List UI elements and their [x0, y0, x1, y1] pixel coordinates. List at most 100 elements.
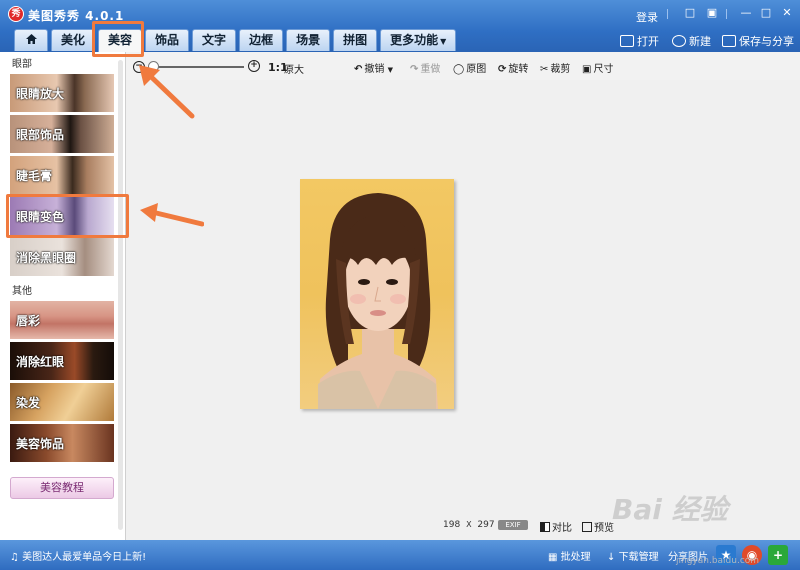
crop-label: 裁剪 — [550, 64, 571, 75]
feature-eye-accessory[interactable]: 眼部饰品 — [10, 115, 114, 153]
original-button[interactable]: ◯ 原图 — [453, 60, 486, 75]
redo-icon: ↷ — [410, 64, 419, 75]
feature-label: 眼睛放大 — [16, 87, 65, 101]
open-label: 打开 — [637, 35, 659, 48]
image-height: 297 — [477, 520, 495, 530]
tab-more-label: 更多功能 — [390, 33, 439, 47]
feature-label: 消除黑眼圈 — [16, 251, 77, 265]
exif-button[interactable]: EXIF — [498, 520, 528, 530]
rotate-button[interactable]: ⟳ 旋转 — [498, 60, 528, 75]
batch-icon: ▦ — [548, 552, 558, 563]
undo-label: 撤销 — [364, 64, 385, 75]
save-icon — [722, 35, 736, 47]
beauty-tutorial-button[interactable]: 美容教程 — [10, 477, 114, 499]
download-manager-button[interactable]: ↓ 下载管理 — [607, 548, 659, 563]
feature-remove-dark-circles[interactable]: 消除黑眼圈 — [10, 238, 114, 276]
crop-button[interactable]: ✂ 裁剪 — [540, 60, 570, 75]
circle-icon: ◯ — [453, 64, 465, 75]
new-label: 新建 — [689, 35, 711, 48]
exif-label: EXIF — [505, 521, 521, 529]
redo-button[interactable]: ↷ 重做 — [410, 60, 440, 75]
open-button[interactable]: 打开 — [620, 33, 659, 49]
tab-text[interactable]: 文字 — [192, 29, 237, 51]
arrow-to-eye-color-icon — [140, 203, 204, 227]
original-label: 原图 — [466, 64, 487, 75]
feature-red-eye-removal[interactable]: 消除红眼 — [10, 342, 114, 380]
news-ticker[interactable]: ♫ 美图达人最爱单品今日上新! — [10, 548, 146, 563]
rotate-icon: ⟳ — [498, 64, 507, 75]
preview-button[interactable]: 预览 — [582, 519, 614, 534]
plus-icon — [672, 35, 686, 47]
feature-label: 消除红眼 — [16, 355, 65, 369]
preview-icon — [582, 522, 592, 532]
zoom-in-icon[interactable]: + — [248, 60, 260, 72]
feature-eye-enlarge[interactable]: 眼睛放大 — [10, 74, 114, 112]
feature-label: 眼部饰品 — [16, 128, 65, 142]
tab-collage[interactable]: 拼图 — [333, 29, 378, 51]
feature-lip-color[interactable]: 唇彩 — [10, 301, 114, 339]
resize-icon: ▣ — [582, 64, 592, 75]
image-canvas[interactable]: 198 X 297 EXIF 对比 预览 — [126, 80, 800, 540]
add-icon[interactable]: + — [768, 545, 788, 565]
divider — [667, 9, 668, 19]
news-text: 美图达人最爱单品今日上新! — [22, 552, 147, 563]
image-toolbar: − + 1:1 原大 ↶ 撤销 ▼ ↷ 重做 ◯ 原图 ⟳ 旋转 ✂ 裁剪 ▣ 尺寸 — [126, 52, 800, 80]
tab-more[interactable]: 更多功能 ▼ — [380, 29, 457, 51]
tab-beautify[interactable]: 美化 — [51, 29, 96, 51]
caret-down-icon: ▼ — [440, 37, 447, 46]
feature-label: 唇彩 — [16, 314, 41, 328]
download-icon: ↓ — [607, 552, 616, 563]
undo-button[interactable]: ↶ 撤销 ▼ — [354, 60, 393, 75]
sidebar-scrollbar[interactable] — [118, 60, 123, 530]
portrait-photo[interactable] — [300, 179, 454, 409]
rotate-label: 旋转 — [508, 64, 529, 75]
save-share-button[interactable]: 保存与分享 — [722, 33, 794, 49]
image-width: 198 — [443, 520, 461, 530]
redo-label: 重做 — [420, 64, 441, 75]
new-button[interactable]: 新建 — [672, 33, 711, 49]
highlight-beauty-tab — [92, 21, 144, 57]
maximize-icon[interactable]: □ — [758, 6, 774, 20]
tab-home[interactable] — [14, 29, 48, 51]
tutorial-label: 美容教程 — [40, 481, 84, 494]
app-logo-icon: 秀 — [8, 6, 24, 22]
section-eyes: 眼部 — [12, 59, 32, 70]
download-label: 下载管理 — [618, 552, 659, 563]
save-share-label: 保存与分享 — [739, 35, 794, 48]
divider — [726, 9, 727, 19]
resize-button[interactable]: ▣ 尺寸 — [582, 60, 613, 75]
feature-label: 染发 — [16, 396, 41, 410]
home-icon — [25, 34, 37, 44]
tab-scene[interactable]: 场景 — [286, 29, 331, 51]
scissors-icon: ✂ — [540, 64, 549, 75]
batch-button[interactable]: ▦ 批处理 — [548, 548, 591, 563]
tab-accessories[interactable]: 饰品 — [145, 29, 190, 51]
tab-border[interactable]: 边框 — [239, 29, 284, 51]
feature-beauty-accessory[interactable]: 美容饰品 — [10, 424, 114, 462]
image-dimensions: 198 X 297 — [443, 520, 495, 530]
feature-hair-dye[interactable]: 染发 — [10, 383, 114, 421]
message-icon[interactable]: □ — [682, 6, 698, 20]
undo-icon: ↶ — [354, 64, 363, 75]
login-link[interactable]: 登录 — [636, 9, 658, 25]
actual-size-label[interactable]: 原大 — [284, 61, 304, 76]
speaker-icon: ♫ — [10, 552, 19, 563]
compare-button[interactable]: 对比 — [540, 519, 572, 534]
folder-icon — [620, 35, 634, 47]
feature-mascara[interactable]: 睫毛膏 — [10, 156, 114, 194]
minimize-icon[interactable]: — — [738, 6, 754, 20]
times-sign: X — [466, 520, 472, 529]
skin-icon[interactable]: ▣ — [704, 6, 720, 20]
baidu-watermark: Bai 经验 — [612, 493, 728, 526]
chevron-down-icon: ▼ — [387, 66, 393, 74]
section-other: 其他 — [12, 286, 32, 297]
feature-label: 睫毛膏 — [16, 169, 53, 183]
preview-label: 预览 — [594, 523, 614, 534]
app-window: 秀 美图秀秀 4.0.1 登录 □ ▣ — □ ✕ 美化 美容 饰品 文字 边框… — [0, 0, 800, 570]
beauty-sidebar: 眼部 眼睛放大 眼部饰品 睫毛膏 眼睛变色 消除黑眼圈 其他 唇彩 消除红眼 染… — [0, 52, 126, 540]
arrow-to-tab-icon — [139, 65, 195, 119]
resize-label: 尺寸 — [593, 64, 614, 75]
close-icon[interactable]: ✕ — [779, 6, 795, 20]
main-tabs: 美化 美容 饰品 文字 边框 场景 拼图 更多功能 ▼ — [14, 29, 457, 52]
highlight-eye-color — [6, 194, 129, 238]
